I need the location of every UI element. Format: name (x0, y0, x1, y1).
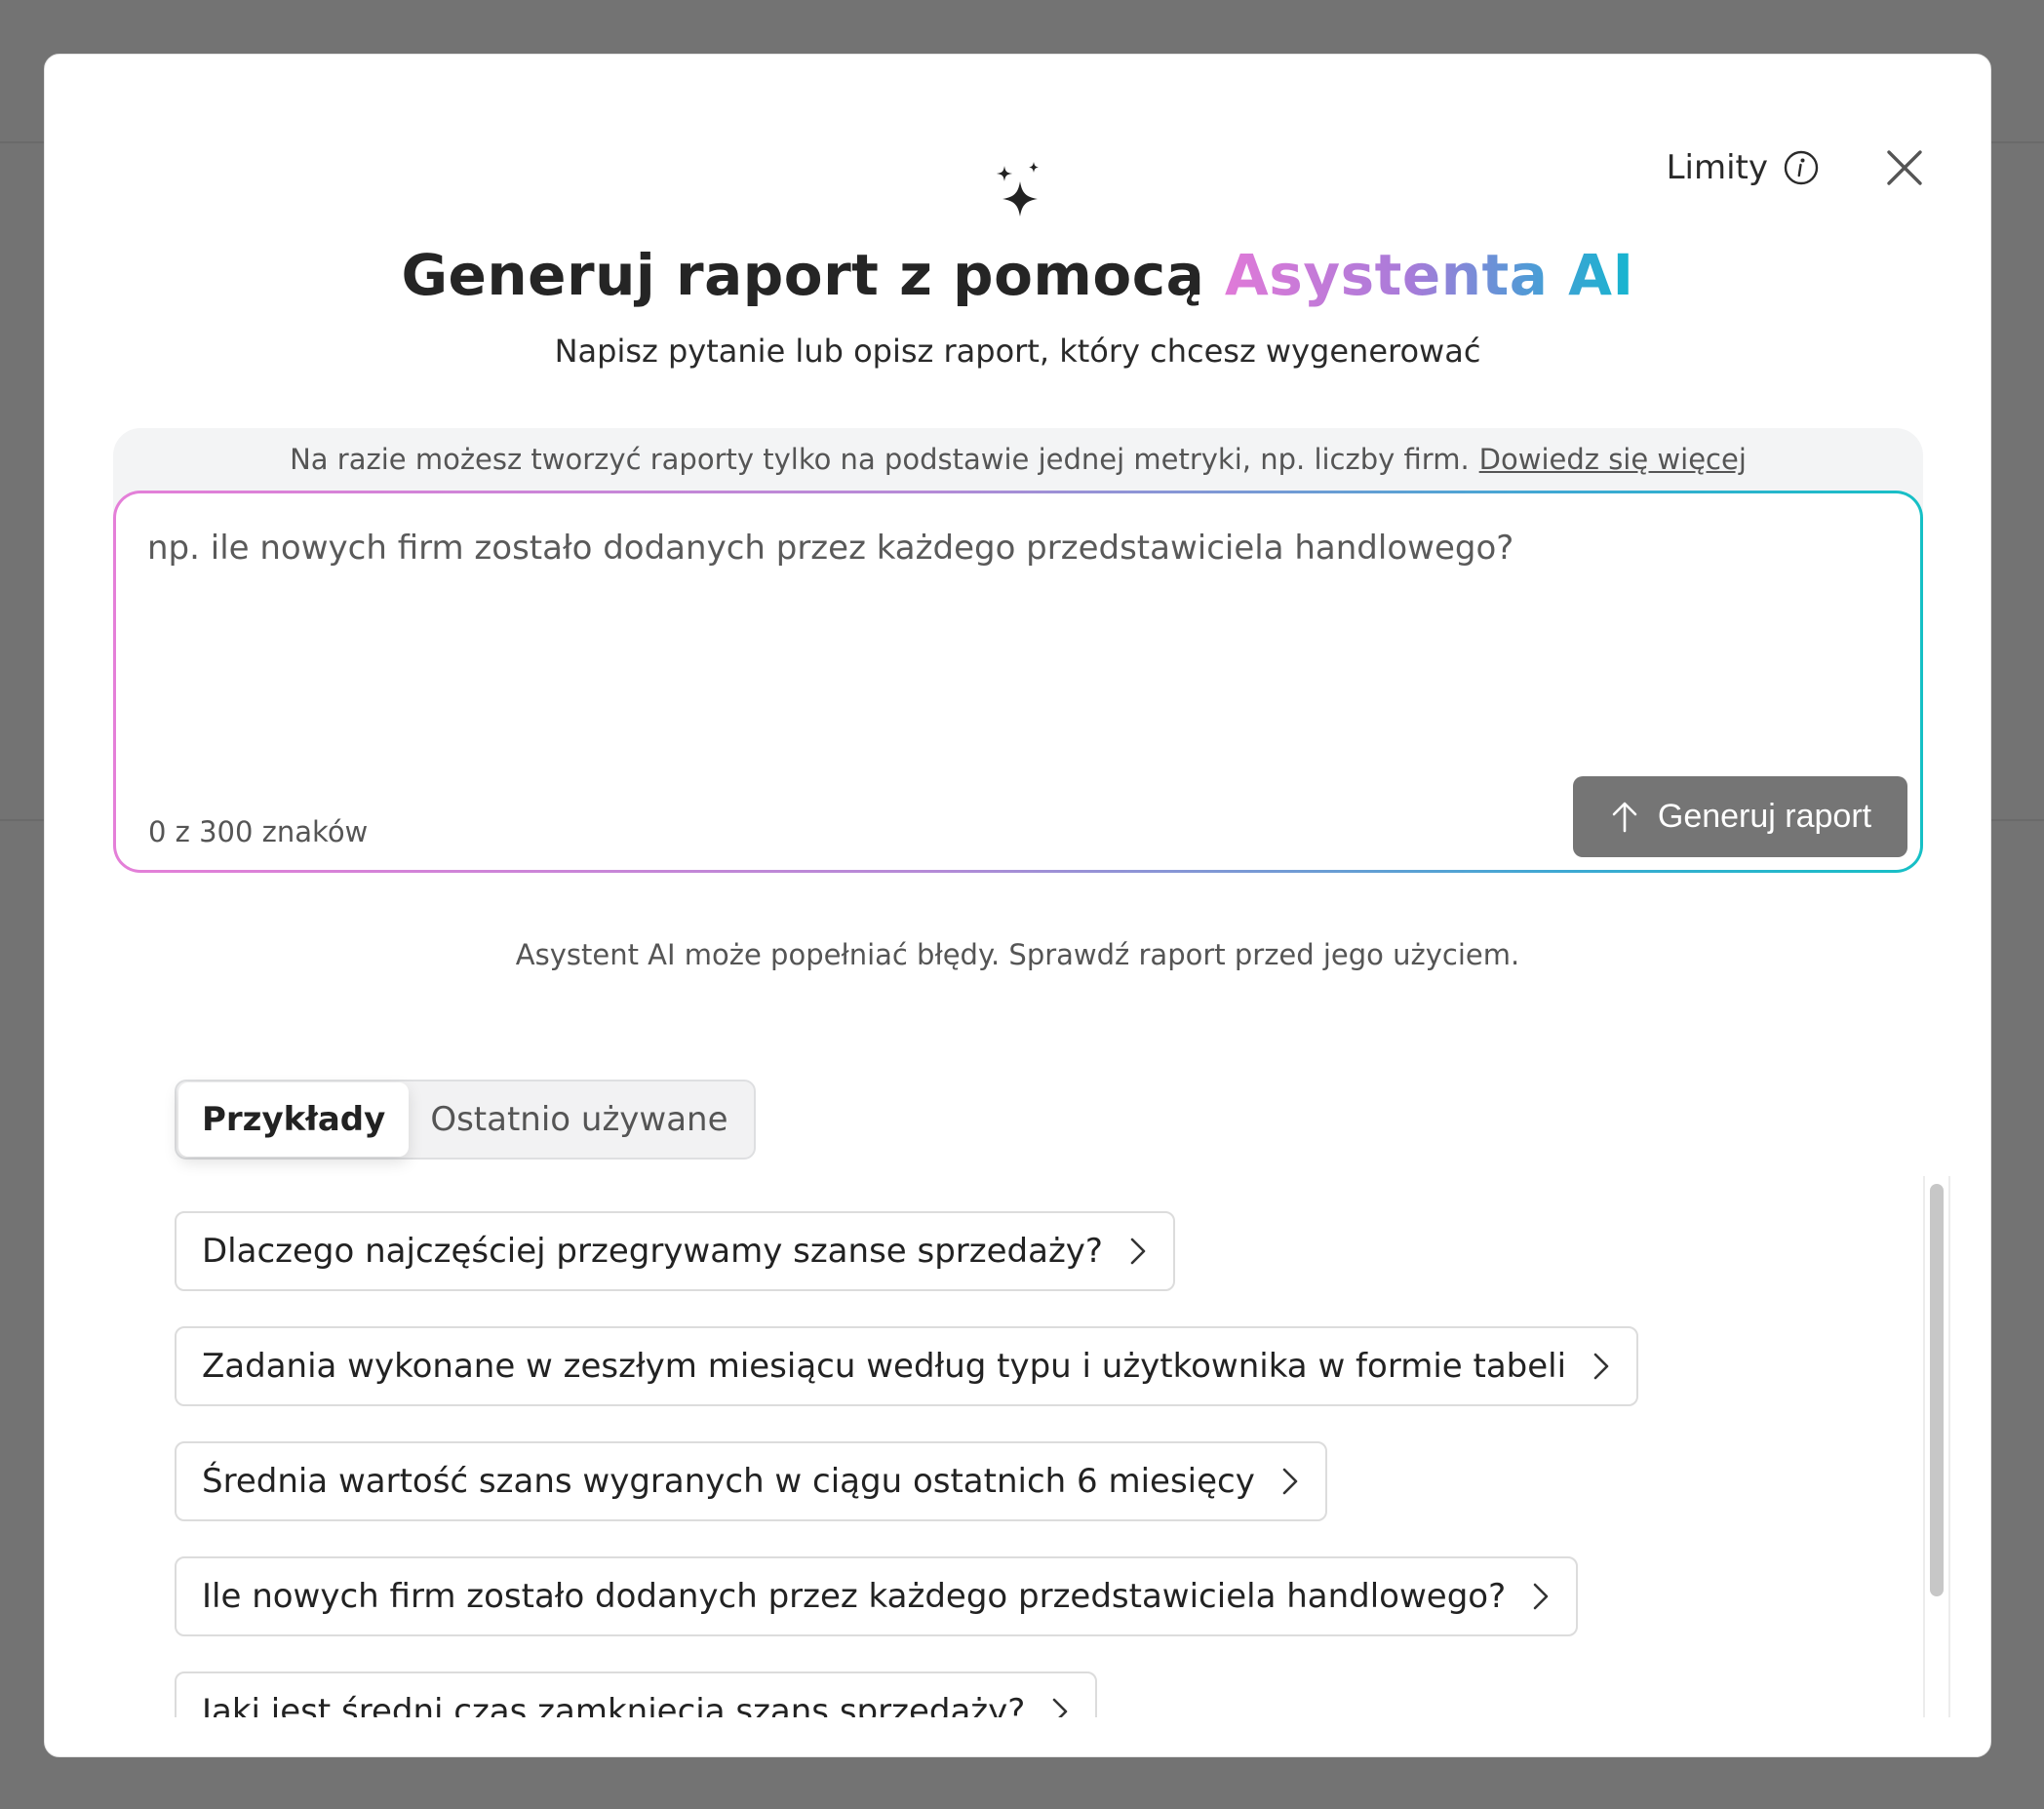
notice-text: Na razie możesz tworzyć raporty tylko na… (290, 443, 1470, 476)
metric-notice: Na razie możesz tworzyć raporty tylko na… (113, 428, 1923, 491)
title-ai-highlight: Asystenta AI (1224, 242, 1634, 308)
generate-report-label: Generuj raport (1657, 798, 1872, 835)
example-prompt[interactable]: Zadania wykonane w zeszłym miesiącu wedł… (175, 1326, 1639, 1406)
generate-report-button[interactable]: Generuj raport (1573, 776, 1907, 857)
learn-more-link[interactable]: Dowiedz się więcej (1479, 443, 1747, 476)
example-text: Jaki jest średni czas zamknięcia szans s… (202, 1692, 1026, 1717)
example-prompt[interactable]: Dlaczego najczęściej przegrywamy szanse … (175, 1211, 1175, 1291)
example-prompt[interactable]: Jaki jest średni czas zamknięcia szans s… (175, 1671, 1098, 1717)
example-text: Zadania wykonane w zeszłym miesiącu wedł… (202, 1347, 1567, 1386)
prompt-input[interactable] (147, 529, 1889, 743)
tab-recently-used[interactable]: Ostatnio używane (409, 1082, 751, 1157)
examples-list: Dlaczego najczęściej przegrywamy szanse … (45, 1176, 1990, 1717)
ai-disclaimer: Asystent AI może popełniać błędy. Sprawd… (515, 938, 1520, 971)
example-tabs: Przykłady Ostatnio używane (175, 1080, 756, 1160)
limits-label: Limity (1666, 148, 1768, 187)
modal-title: Generuj raport z pomocą Asystenta AI (45, 242, 1990, 308)
example-text: Dlaczego najczęściej przegrywamy szanse … (202, 1232, 1103, 1271)
examples-scrollbar[interactable] (1923, 1176, 1950, 1717)
character-counter: 0 z 300 znaków (148, 815, 369, 848)
scrollbar-thumb[interactable] (1930, 1184, 1944, 1596)
ai-report-modal: Limity Generuj raport z pomocą Asystenta… (44, 54, 1991, 1757)
close-icon[interactable] (1881, 144, 1928, 191)
example-text: Ile nowych firm zostało dodanych przez k… (202, 1577, 1507, 1616)
chevron-right-icon (1282, 1468, 1298, 1495)
chevron-right-icon (1593, 1353, 1609, 1380)
info-icon (1784, 150, 1819, 185)
chevron-right-icon (1533, 1583, 1549, 1610)
chevron-right-icon (1130, 1238, 1146, 1265)
title-main: Generuj raport z pomocą (401, 242, 1225, 308)
example-prompt[interactable]: Ile nowych firm zostało dodanych przez k… (175, 1556, 1579, 1636)
modal-topbar: Limity (1667, 144, 1928, 191)
limits-button[interactable]: Limity (1667, 148, 1819, 187)
example-prompt[interactable]: Średnia wartość szans wygranych w ciągu … (175, 1441, 1327, 1521)
modal-subtitle: Napisz pytanie lub opisz raport, który c… (554, 333, 1481, 370)
tab-examples[interactable]: Przykłady (178, 1082, 410, 1157)
prompt-composer: 0 z 300 znaków Generuj raport (113, 491, 1923, 873)
arrow-up-icon (1612, 802, 1637, 832)
composer-inner: 0 z 300 znaków Generuj raport (116, 493, 1920, 870)
chevron-right-icon (1052, 1698, 1068, 1717)
sparkles-icon (997, 162, 1039, 216)
example-text: Średnia wartość szans wygranych w ciągu … (202, 1462, 1255, 1501)
